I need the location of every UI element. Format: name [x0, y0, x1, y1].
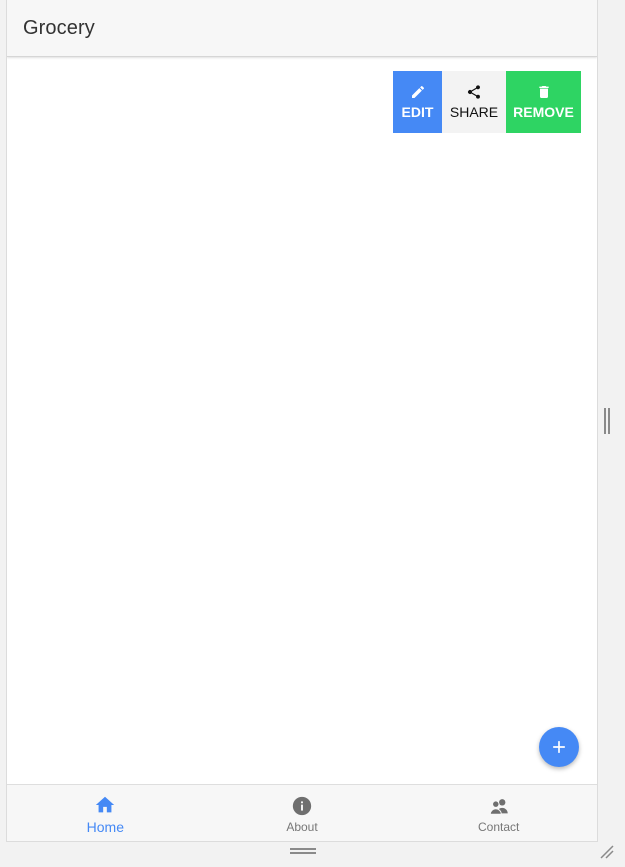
- app-header: Grocery: [7, 0, 597, 57]
- edit-button[interactable]: EDIT: [393, 71, 442, 133]
- add-item-button[interactable]: [539, 727, 579, 767]
- tab-contact-label: Contact: [478, 820, 520, 834]
- bottom-tab-bar: Home About Contact: [7, 784, 597, 841]
- share-icon: [467, 85, 480, 99]
- pencil-icon: [411, 85, 424, 98]
- share-label: SHARE: [449, 104, 499, 120]
- corner-resize-icon[interactable]: [600, 845, 614, 859]
- home-icon: [96, 796, 115, 813]
- app-frame: Grocery EDIT SHARE REMOVE Home About Con…: [6, 0, 598, 842]
- contacts-icon: [489, 799, 508, 815]
- bottom-resize-handle[interactable]: [290, 848, 316, 854]
- item-actions: EDIT SHARE REMOVE: [393, 71, 581, 133]
- tab-about[interactable]: About: [204, 785, 401, 841]
- share-button[interactable]: SHARE: [442, 71, 506, 133]
- side-resize-handle[interactable]: [604, 408, 610, 434]
- info-icon: [292, 796, 312, 816]
- page-title: Grocery: [23, 16, 95, 39]
- plus-icon: [553, 741, 565, 753]
- edit-label: EDIT: [401, 104, 434, 120]
- remove-button[interactable]: REMOVE: [506, 71, 581, 133]
- remove-label: REMOVE: [513, 104, 574, 120]
- tab-about-label: About: [286, 820, 318, 834]
- tab-home[interactable]: Home: [7, 785, 204, 841]
- trash-icon: [538, 86, 549, 98]
- tab-home-label: Home: [86, 819, 125, 835]
- tab-contact[interactable]: Contact: [400, 785, 597, 841]
